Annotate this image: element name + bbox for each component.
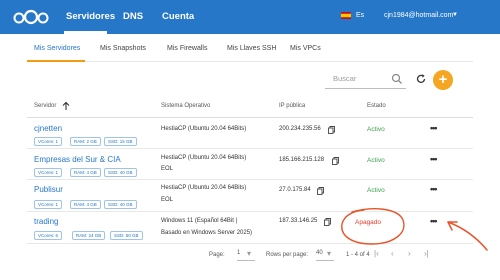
os-base-note: Basado en Windows Server 2025) bbox=[161, 230, 253, 236]
server-name[interactable]: Empresas del Sur & CIA bbox=[34, 155, 121, 164]
nav-dns[interactable]: DNS bbox=[123, 11, 143, 22]
tab-mis-snapshots[interactable]: Mis Snapshots bbox=[100, 45, 146, 52]
last-page-icon[interactable]: ›| bbox=[424, 249, 429, 258]
search-underline bbox=[325, 88, 406, 89]
os-name: Windows 11 (Español 64Bit | bbox=[161, 218, 238, 224]
more-options-icon[interactable]: ••• bbox=[430, 154, 438, 164]
prev-page-icon[interactable]: ‹ bbox=[391, 249, 394, 258]
ram-badge: RAM: 4 GB bbox=[70, 168, 101, 177]
col-estado: Estado bbox=[367, 103, 386, 109]
server-name[interactable]: Publisur bbox=[34, 185, 63, 194]
ssd-badge: SSD: 40 GB bbox=[104, 200, 137, 209]
pager-range: 1 - 4 of 4 bbox=[346, 252, 370, 258]
caret-down-icon[interactable]: ▾ bbox=[327, 249, 331, 258]
page-select[interactable]: 1 bbox=[237, 250, 255, 261]
copy-icon[interactable] bbox=[328, 126, 335, 134]
vcores-badge: VCores: 6 bbox=[34, 231, 63, 240]
nav-active-indicator bbox=[64, 31, 107, 34]
pager-rows-label: Rows per page: bbox=[266, 252, 309, 258]
next-page-icon[interactable]: › bbox=[408, 249, 411, 258]
search-icon[interactable] bbox=[391, 73, 403, 85]
os-name: HestiaCP (Ubuntu 20.04 64Bits) bbox=[161, 185, 247, 191]
caret-down-icon[interactable]: ▾ bbox=[247, 249, 251, 258]
tab-mis-firewalls[interactable]: Mis Firewalls bbox=[167, 45, 207, 52]
col-servidor[interactable]: Servidor bbox=[34, 103, 56, 109]
nextcloud-logo-icon[interactable] bbox=[13, 9, 49, 25]
top-bar: Servidores DNS Cuenta Es cjn1984@hotmail… bbox=[0, 0, 500, 34]
server-name[interactable]: cjnetten bbox=[34, 124, 62, 133]
tab-mis-llaves-ssh[interactable]: Mis Llaves SSH bbox=[227, 45, 276, 52]
more-options-icon[interactable]: ••• bbox=[430, 123, 438, 133]
table-row[interactable]: trading VCores: 6 RAM: 24 GB SSD: 50 GB … bbox=[27, 212, 473, 244]
status-badge: Activo bbox=[367, 187, 385, 194]
vcores-badge: VCores: 1 bbox=[34, 168, 63, 177]
ip-address: 200.234.235.56 bbox=[279, 126, 321, 132]
nav-cuenta[interactable]: Cuenta bbox=[162, 11, 194, 22]
pager-page-label: Page: bbox=[209, 252, 225, 258]
copy-icon[interactable] bbox=[317, 187, 324, 195]
vcores-badge: VCores: 1 bbox=[34, 200, 63, 209]
tab-mis-vpcs[interactable]: Mis VPCs bbox=[290, 45, 321, 52]
nav-servidores[interactable]: Servidores bbox=[66, 11, 115, 22]
tab-mis-servidores[interactable]: Mis Servidores bbox=[34, 45, 80, 52]
table-row[interactable]: Empresas del Sur & CIA VCores: 1 RAM: 4 … bbox=[27, 149, 473, 180]
col-sistema-operativo: Sistema Operativo bbox=[161, 103, 211, 109]
ip-address: 185.166.215.128 bbox=[279, 157, 325, 163]
rows-per-page-select[interactable]: 40 bbox=[316, 250, 334, 261]
more-options-icon[interactable]: ••• bbox=[430, 216, 438, 226]
status-badge: Apagado bbox=[355, 219, 382, 226]
tab-active-indicator bbox=[27, 60, 85, 62]
os-name: HestiaCP (Ubuntu 20.04 64Bits) bbox=[161, 126, 247, 132]
col-ip-publica: IP pública bbox=[279, 103, 306, 109]
arrow-up-icon[interactable] bbox=[61, 101, 71, 111]
os-name: HestiaCP (Ubuntu 20.04 64Bits) bbox=[161, 155, 247, 161]
ssd-badge: SSD: 50 GB bbox=[110, 231, 143, 240]
status-badge: Activo bbox=[367, 126, 385, 133]
server-name[interactable]: trading bbox=[34, 217, 58, 226]
copy-icon[interactable] bbox=[324, 218, 331, 226]
sub-tabs: Mis Servidores Mis Snapshots Mis Firewal… bbox=[27, 40, 473, 62]
more-options-icon[interactable]: ••• bbox=[430, 184, 438, 194]
spain-flag-icon[interactable] bbox=[341, 12, 351, 19]
ssd-badge: SSD: 40 GB bbox=[104, 168, 137, 177]
ram-badge: RAM: 24 GB bbox=[72, 231, 106, 240]
ssd-badge: SSD: 15 GB bbox=[104, 137, 137, 146]
table-row[interactable]: Publisur VCores: 1 RAM: 4 GB SSD: 40 GB … bbox=[27, 180, 473, 212]
chevron-down-icon[interactable]: ▼ bbox=[452, 12, 458, 18]
vcores-badge: VCores: 1 bbox=[34, 137, 63, 146]
ip-address: 27.0.175.84 bbox=[279, 187, 311, 193]
search-input[interactable]: Buscar bbox=[333, 74, 356, 83]
ram-badge: RAM: 2 GB bbox=[70, 137, 101, 146]
copy-icon[interactable] bbox=[332, 157, 339, 165]
os-eol-note: EOL bbox=[161, 197, 174, 203]
ram-badge: RAM: 4 GB bbox=[70, 200, 101, 209]
status-badge: Activo bbox=[367, 157, 385, 164]
table-row[interactable]: cjnetten VCores: 1 RAM: 2 GB SSD: 15 GB … bbox=[27, 118, 473, 149]
first-page-icon[interactable]: |‹ bbox=[374, 249, 379, 258]
add-server-button[interactable]: + bbox=[433, 70, 453, 90]
refresh-icon[interactable] bbox=[415, 73, 427, 85]
user-email[interactable]: cjn1984@hotmail.com bbox=[384, 12, 453, 19]
os-eol-note: EOL bbox=[161, 166, 174, 172]
ip-address: 187.33.146.25 bbox=[279, 218, 318, 224]
language-selector[interactable]: Es bbox=[356, 12, 364, 19]
